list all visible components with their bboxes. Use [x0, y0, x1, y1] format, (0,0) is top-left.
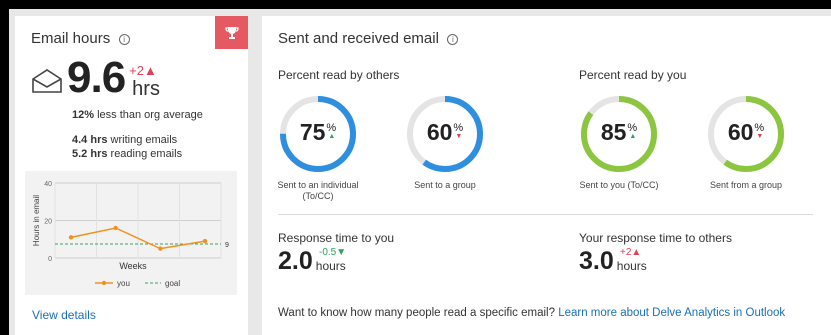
- learn-more-link[interactable]: Learn more about Delve Analytics in Outl…: [558, 307, 785, 319]
- writing-stat: 4.4 hrs writing emails: [72, 134, 178, 146]
- response-to-you-unit: hours: [315, 259, 346, 273]
- ring-caption: Sent from a group: [709, 180, 783, 190]
- email-hours-delta: +2▲: [129, 63, 157, 78]
- ring-value-number: 85: [600, 119, 627, 145]
- ring-value-number: 75: [299, 119, 326, 145]
- email-hours-header: Email hours i: [31, 30, 130, 48]
- ring-caption: Sent to an individual (To/CC): [277, 180, 359, 201]
- ring-caption: Sent to you (To/CC): [579, 180, 659, 190]
- ring-value-number: 60: [426, 119, 453, 145]
- ring-value-number: 60: [727, 119, 754, 145]
- legend-you-marker: [101, 280, 107, 286]
- ring-caption: Sent to a group: [414, 180, 476, 190]
- y-axis-label: Hours in email: [32, 195, 41, 246]
- email-hours-unit: hrs: [132, 78, 160, 100]
- org-comparison: 12% less than org average: [72, 109, 203, 121]
- response-to-others-label: Your response time to others: [579, 231, 732, 245]
- ring-trend-arrow-icon: ▼: [756, 133, 764, 140]
- ring-trend-arrow-icon: ▼: [455, 133, 463, 140]
- data-point: [202, 238, 208, 244]
- y-tick-label: 20: [44, 219, 52, 226]
- sent-received-title: Sent and received email: [278, 30, 439, 47]
- ring-trend-arrow-icon: ▲: [328, 133, 336, 140]
- read-by-others-label: Percent read by others: [278, 68, 400, 82]
- goal-label: 9: [225, 242, 229, 249]
- data-point: [68, 235, 74, 240]
- y-tick-label: 0: [48, 256, 52, 263]
- email-hours-value: 9.6: [67, 53, 126, 102]
- legend-goal-label: goal: [165, 279, 180, 288]
- sent-received-card: Sent and received email i Percent read b…: [262, 16, 831, 335]
- email-hours-chart-svg: 0 20 40 9 Hours in email Weeks you goal: [32, 181, 229, 288]
- response-to-others-delta: +2▲: [620, 247, 642, 258]
- ring-trend-arrow-icon: ▲: [629, 133, 637, 140]
- email-hours-chart: 0 20 40 9 Hours in email Weeks you goal: [25, 171, 237, 295]
- y-tick-label: 40: [44, 181, 52, 188]
- ring-value-unit: % ▲: [627, 122, 637, 140]
- response-to-others-unit: hours: [616, 259, 647, 273]
- response-to-you-value: 2.0: [278, 247, 313, 275]
- x-axis-label: Weeks: [119, 261, 147, 271]
- view-details-link[interactable]: View details: [32, 308, 96, 322]
- trophy-icon[interactable]: [215, 16, 248, 49]
- envelope-open-icon: [32, 69, 62, 93]
- data-point: [158, 246, 163, 251]
- ring-value-unit: % ▼: [754, 122, 764, 140]
- info-icon[interactable]: i: [118, 34, 130, 45]
- email-hours-title: Email hours: [31, 30, 111, 47]
- ring-value-unit: % ▲: [326, 122, 336, 140]
- section-divider: [278, 214, 813, 215]
- info-icon[interactable]: i: [447, 34, 459, 45]
- legend-you-label: you: [117, 279, 130, 288]
- footer-promo: Want to know how many people read a spec…: [278, 307, 786, 319]
- response-to-others-value: 3.0: [579, 247, 614, 275]
- ring-value: 60% ▼: [405, 119, 485, 146]
- sent-received-header: Sent and received email i: [278, 30, 459, 48]
- response-to-you-delta: -0.5▼: [319, 247, 347, 258]
- email-hours-card: Email hours i 9.6 +2▲ hrs 12% less than …: [15, 16, 248, 335]
- ring-value: 60% ▼: [706, 119, 786, 146]
- read-by-you-label: Percent read by you: [579, 68, 687, 82]
- ring-value-unit: % ▼: [453, 122, 463, 140]
- ring-value: 75% ▲: [278, 119, 358, 146]
- email-hours-value-row: 9.6 +2▲ hrs: [31, 56, 160, 100]
- ring-value: 85% ▲: [579, 119, 659, 146]
- response-to-you-label: Response time to you: [278, 231, 395, 245]
- reading-stat: 5.2 hrs reading emails: [72, 148, 183, 160]
- data-point: [113, 225, 118, 231]
